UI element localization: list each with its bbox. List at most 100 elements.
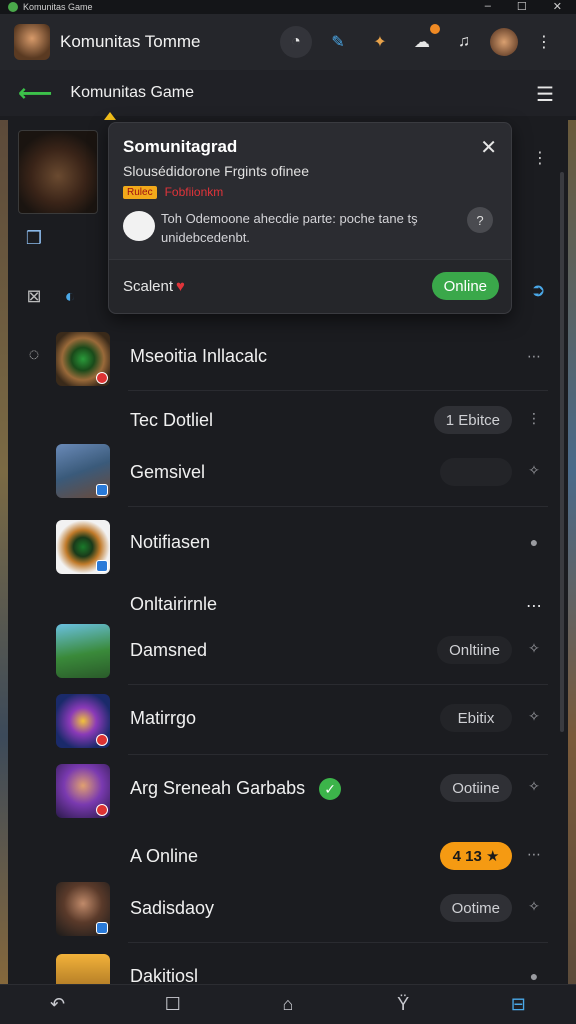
rail-game-thumbnail[interactable] — [18, 130, 98, 214]
badge-icon — [96, 922, 108, 934]
status-pill[interactable]: Onltiine — [437, 636, 512, 664]
app-logo-icon — [8, 2, 18, 12]
popup-body: Toh Odemoone ahecdie parte: poche tane t… — [161, 211, 418, 245]
bottom-navigation: ↶ ☐ ⌂ Ϋ ⊟ — [0, 984, 576, 1024]
cards-icon[interactable]: ❒ — [22, 226, 46, 250]
sparkle-icon[interactable]: ✧ — [526, 462, 542, 479]
status-pill[interactable]: 1 Ebitce — [433, 406, 512, 434]
divider — [128, 754, 548, 755]
app-header: Komunitas Tomme ◔ ✎ ✦ ☁ ♫ ⋮ — [0, 14, 576, 70]
header-actions: ◔ ✎ ✦ ☁ ♫ ⋮ — [280, 24, 560, 58]
bell-icon[interactable]: ♫ — [448, 26, 480, 58]
square-icon[interactable]: ☐ — [153, 994, 193, 1015]
sparkle-icon[interactable]: ✧ — [526, 640, 542, 657]
popup-tag: Rulec — [123, 185, 157, 199]
section-pill-row: 4 13 ★ ⋯ — [44, 842, 556, 870]
maximize-button[interactable]: ☐ — [517, 0, 527, 13]
status-pill[interactable] — [440, 458, 512, 486]
game-thumbnail — [56, 764, 110, 818]
grid-icon[interactable]: ⊠ — [22, 284, 46, 308]
popup-footer: Scalent ♥ Online — [109, 259, 511, 313]
badge-icon — [96, 372, 108, 384]
online-button[interactable]: Online — [431, 272, 499, 300]
scrollbar[interactable] — [560, 172, 564, 732]
divider — [128, 684, 548, 685]
back-arrow-icon[interactable]: ⟵ — [18, 79, 52, 108]
divider — [128, 390, 548, 391]
game-thumbnail — [56, 332, 110, 386]
info-icon[interactable]: ● — [526, 534, 542, 550]
refresh-small-icon[interactable]: ◐ — [58, 284, 82, 308]
close-window-button[interactable]: ✕ — [553, 0, 562, 13]
background-edge-right — [568, 120, 576, 1000]
more-vertical-icon[interactable]: ⋮ — [526, 410, 542, 427]
list-item[interactable]: Mseoitia Inllacalc ⋯ — [44, 324, 556, 392]
sparkle-icon[interactable]: ✧ — [526, 778, 542, 795]
pet-icon — [123, 211, 155, 241]
popup-subtitle: Slousédidorone Frgints ofinee — [123, 163, 310, 179]
list-item-name: Gemsivel — [130, 462, 206, 482]
more-vertical-right-icon[interactable]: ⋮ — [532, 148, 548, 168]
controller-icon[interactable]: ✦ — [364, 26, 396, 58]
badge-icon — [96, 560, 108, 572]
activity-icon[interactable]: ◔ — [280, 26, 312, 58]
popup-title: Somunitagrad — [123, 137, 238, 156]
sparkle-icon[interactable]: ✧ — [526, 898, 542, 915]
status-pill[interactable]: Ootime — [439, 894, 512, 922]
hamburger-menu-icon[interactable]: ☰ — [536, 82, 554, 107]
back-icon[interactable]: ↶ — [38, 994, 78, 1015]
list-item[interactable]: Arg Sreneah Garbabs ✓ Ootiine ✧ — [44, 756, 556, 824]
chevron-right-icon[interactable]: ➲ — [526, 278, 550, 302]
minimize-button[interactable]: – — [485, 0, 491, 13]
chat-icon[interactable]: ✎ — [322, 26, 354, 58]
home-icon[interactable]: ⌂ — [268, 994, 308, 1015]
badge-icon — [96, 804, 108, 816]
divider — [128, 506, 548, 507]
badge-icon — [96, 484, 108, 496]
popup-tag-text: Fobfiionkm — [164, 185, 224, 199]
list-item-name: Sadisdaoy — [130, 898, 215, 918]
list-item-name: Arg Sreneah Garbabs ✓ — [130, 778, 342, 801]
background-edge-left — [0, 120, 8, 1000]
list-item[interactable]: Damsned Onltiine ✧ — [44, 616, 556, 684]
inbox-icon[interactable]: Ϋ — [383, 994, 423, 1015]
os-window-title: Komunitas Game — [23, 2, 93, 12]
message-icon[interactable]: ☁ — [406, 24, 440, 58]
game-thumbnail — [56, 520, 110, 574]
game-thumbnail — [56, 882, 110, 936]
status-pill[interactable]: Ebitix — [440, 704, 512, 732]
status-pill[interactable]: Ootiine — [440, 774, 512, 802]
list-item[interactable]: Sadisdaoy Ootime ✧ — [44, 874, 556, 942]
more-dots-icon[interactable]: ⋯ — [526, 596, 542, 616]
more-vertical-icon[interactable]: ⋮ — [528, 26, 560, 58]
verified-check-icon: ✓ — [319, 778, 342, 801]
info-icon[interactable]: ● — [526, 968, 542, 984]
sparkle-icon[interactable]: ✧ — [526, 708, 542, 725]
community-popup: Somunitagrad ✕ Slousédidorone Frgints of… — [108, 122, 512, 314]
refresh-icon[interactable]: ◌ — [22, 342, 46, 366]
community-tab-icon[interactable]: ⊟ — [498, 994, 538, 1015]
list-item[interactable]: Gemsivel ✧ — [44, 436, 556, 504]
popup-caret — [104, 112, 116, 120]
popup-tag-row: Rulec Fobfiionkm — [123, 185, 223, 199]
window-controls: – ☐ ✕ — [485, 0, 562, 13]
heart-icon[interactable]: ♥ — [176, 278, 185, 295]
app-title: Komunitas Tomme — [60, 32, 201, 51]
section-pill-row: 1 Ebitce ⋮ — [44, 406, 556, 434]
close-icon[interactable]: ✕ — [480, 135, 497, 160]
list-item-name: Mseoitia Inllacalc — [130, 346, 268, 366]
nav-title: Komunitas Game — [70, 84, 195, 101]
community-avatar[interactable] — [14, 24, 50, 60]
more-dots-icon[interactable]: ⋯ — [526, 348, 542, 365]
more-dots-icon[interactable]: ⋯ — [526, 846, 542, 863]
section-label: Onltairirnle — [130, 594, 218, 614]
list-item-name: Matirrgo — [130, 708, 197, 728]
nav-bar: ⟵ Komunitas Game ☰ — [0, 70, 576, 116]
list-item-name: Damsned — [130, 640, 208, 660]
list-item[interactable]: Matirrgo Ebitix ✧ — [44, 686, 556, 754]
popup-footer-text: Scalent — [123, 278, 174, 295]
rating-pill[interactable]: 4 13 ★ — [440, 842, 512, 870]
location-pin-icon[interactable]: ? — [467, 207, 493, 233]
profile-avatar[interactable] — [490, 28, 518, 56]
list-item[interactable]: Notifiasen ● — [44, 512, 556, 580]
